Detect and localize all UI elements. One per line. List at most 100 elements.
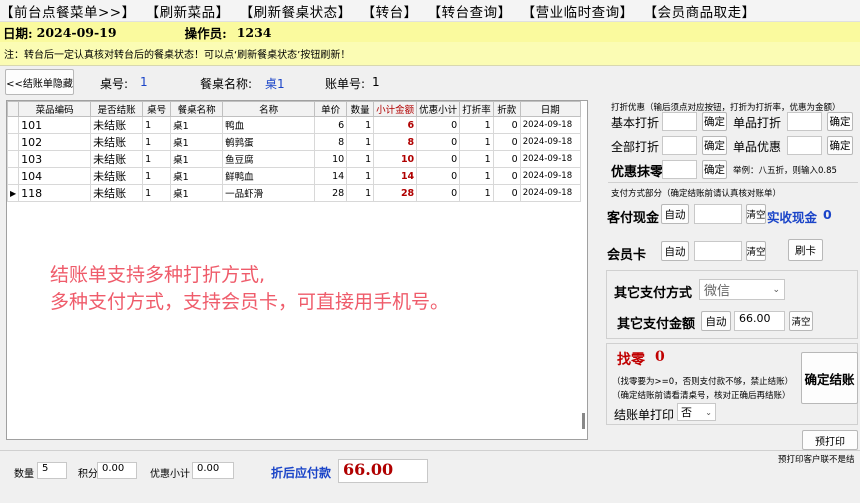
table-cell[interactable]: 1	[346, 116, 375, 134]
table-cell[interactable]: 1	[142, 150, 172, 168]
cash-auto-button[interactable]: 自动	[661, 204, 689, 224]
table-cell[interactable]: 桌1	[170, 116, 224, 134]
row-selector[interactable]	[7, 150, 20, 168]
table-cell[interactable]: 14	[373, 167, 418, 185]
round-off-input[interactable]	[662, 160, 697, 179]
table-cell[interactable]: 鸭血	[222, 116, 316, 134]
member-auto-button[interactable]: 自动	[661, 241, 689, 261]
menu-item-5[interactable]: 【营业临时查询】	[522, 1, 634, 21]
current-row-indicator-icon[interactable]: ▶	[7, 184, 20, 202]
table-cell[interactable]: 一品虾滑	[222, 184, 316, 202]
menu-item-6[interactable]: 【会员商品取走】	[644, 1, 756, 21]
qty-field[interactable]: 5	[37, 462, 67, 479]
menu-item-4[interactable]: 【转台查询】	[428, 1, 512, 21]
points-field[interactable]: 0.00	[97, 462, 137, 479]
table-cell[interactable]: 8	[314, 133, 348, 151]
table-cell[interactable]: 1	[142, 116, 172, 134]
row-selector[interactable]	[7, 133, 20, 151]
grid-column-header[interactable]: 数量	[346, 101, 375, 117]
menu-item-0[interactable]: 【前台点餐菜单>>】	[0, 1, 136, 21]
grid-column-header[interactable]: 折款	[492, 101, 521, 117]
grid-column-header[interactable]: 是否结账	[90, 101, 144, 117]
cash-input[interactable]	[694, 204, 742, 224]
bill-hide-button[interactable]: <<结账单隐藏	[5, 69, 74, 95]
grid-column-header[interactable]: 桌号	[142, 101, 172, 117]
table-row[interactable]: 103 未结账 1 桌1 鱼豆腐 10 1 10 0 1 0 2024-09-18	[7, 150, 581, 168]
confirm-checkout-button[interactable]: 确定结账	[801, 352, 858, 404]
table-cell[interactable]: 0	[416, 133, 461, 151]
table-row[interactable]: 104 未结账 1 桌1 鲜鸭血 14 1 14 0 1 0 2024-09-18	[7, 167, 581, 185]
table-cell[interactable]: 0	[416, 116, 461, 134]
grid-column-header[interactable]: 日期	[519, 101, 581, 117]
single-discount-confirm-button[interactable]: 确定	[827, 112, 853, 131]
table-cell[interactable]: 未结账	[90, 184, 144, 202]
basic-discount-input[interactable]	[662, 112, 697, 131]
other-amount-auto-button[interactable]: 自动	[701, 311, 731, 331]
table-cell[interactable]: 0	[416, 167, 461, 185]
cash-clear-button[interactable]: 清空	[746, 204, 766, 224]
table-cell[interactable]: 桌1	[170, 133, 224, 151]
table-cell[interactable]: 2024-09-18	[519, 133, 581, 151]
table-cell[interactable]: 桌1	[170, 150, 224, 168]
member-card-input[interactable]	[694, 241, 742, 261]
table-cell[interactable]: 10	[314, 150, 348, 168]
table-row[interactable]: 101 未结账 1 桌1 鸭血 6 1 6 0 1 0 2024-09-18	[7, 116, 581, 134]
whole-discount-confirm-button[interactable]: 确定	[702, 136, 727, 155]
table-cell[interactable]: 1	[459, 133, 494, 151]
table-cell[interactable]: 0	[492, 167, 521, 185]
disc-sub-field[interactable]: 0.00	[192, 462, 234, 479]
table-cell[interactable]: 2024-09-18	[519, 184, 581, 202]
table-cell[interactable]: 未结账	[90, 133, 144, 151]
table-cell[interactable]: 1	[346, 150, 375, 168]
table-cell[interactable]: 1	[346, 167, 375, 185]
table-cell[interactable]: 1	[459, 116, 494, 134]
table-cell[interactable]: 鱼豆腐	[222, 150, 316, 168]
table-cell[interactable]: 未结账	[90, 116, 144, 134]
whole-discount-input[interactable]	[662, 136, 697, 155]
grid-column-header[interactable]: 菜品编码	[18, 101, 92, 117]
table-cell[interactable]: 8	[373, 133, 418, 151]
grid-column-header[interactable]: 名称	[222, 101, 316, 117]
table-cell[interactable]: 28	[373, 184, 418, 202]
table-cell[interactable]: 2024-09-18	[519, 150, 581, 168]
table-cell[interactable]: 0	[416, 184, 461, 202]
table-cell[interactable]: 桌1	[170, 167, 224, 185]
table-cell[interactable]: 1	[346, 184, 375, 202]
table-cell[interactable]: 6	[314, 116, 348, 134]
other-amount-input[interactable]: 66.00	[734, 311, 785, 331]
row-selector[interactable]	[7, 116, 20, 134]
grid-column-header[interactable]: 优惠小计	[416, 101, 461, 117]
table-cell[interactable]: 1	[142, 133, 172, 151]
table-cell[interactable]: 0	[492, 150, 521, 168]
member-clear-button[interactable]: 清空	[746, 241, 766, 261]
menu-item-1[interactable]: 【刷新菜品】	[146, 1, 230, 21]
single-promo-input[interactable]	[787, 136, 822, 155]
table-cell[interactable]: 0	[492, 116, 521, 134]
table-cell[interactable]: 1	[459, 167, 494, 185]
table-cell[interactable]: 102	[18, 133, 92, 151]
preprint-button[interactable]: 预打印	[802, 430, 858, 450]
table-row[interactable]: ▶ 118 未结账 1 桌1 一品虾滑 28 1 28 0 1 0 2024-09-18	[7, 184, 581, 202]
table-cell[interactable]: 118	[18, 184, 92, 202]
table-cell[interactable]: 1	[346, 133, 375, 151]
other-payment-select[interactable]: 微信 ⌄	[699, 279, 785, 300]
table-cell[interactable]: 101	[18, 116, 92, 134]
table-cell[interactable]: 1	[459, 150, 494, 168]
table-row[interactable]: 102 未结账 1 桌1 鹌鹑蛋 8 1 8 0 1 0 2024-09-18	[7, 133, 581, 151]
table-cell[interactable]: 10	[373, 150, 418, 168]
grid-column-header[interactable]: 餐桌名称	[170, 101, 224, 117]
basic-discount-confirm-button[interactable]: 确定	[702, 112, 727, 131]
table-cell[interactable]: 0	[416, 150, 461, 168]
menu-item-2[interactable]: 【刷新餐桌状态】	[240, 1, 352, 21]
table-cell[interactable]: 未结账	[90, 167, 144, 185]
menu-item-3[interactable]: 【转台】	[362, 1, 418, 21]
table-cell[interactable]: 28	[314, 184, 348, 202]
round-off-confirm-button[interactable]: 确定	[702, 160, 727, 179]
single-promo-confirm-button[interactable]: 确定	[827, 136, 853, 155]
table-cell[interactable]: 6	[373, 116, 418, 134]
table-cell[interactable]: 0	[492, 133, 521, 151]
table-cell[interactable]: 鲜鸭血	[222, 167, 316, 185]
other-amount-clear-button[interactable]: 清空	[789, 311, 813, 331]
grid-column-header[interactable]: 小计金额	[373, 101, 418, 117]
table-cell[interactable]: 1	[142, 184, 172, 202]
